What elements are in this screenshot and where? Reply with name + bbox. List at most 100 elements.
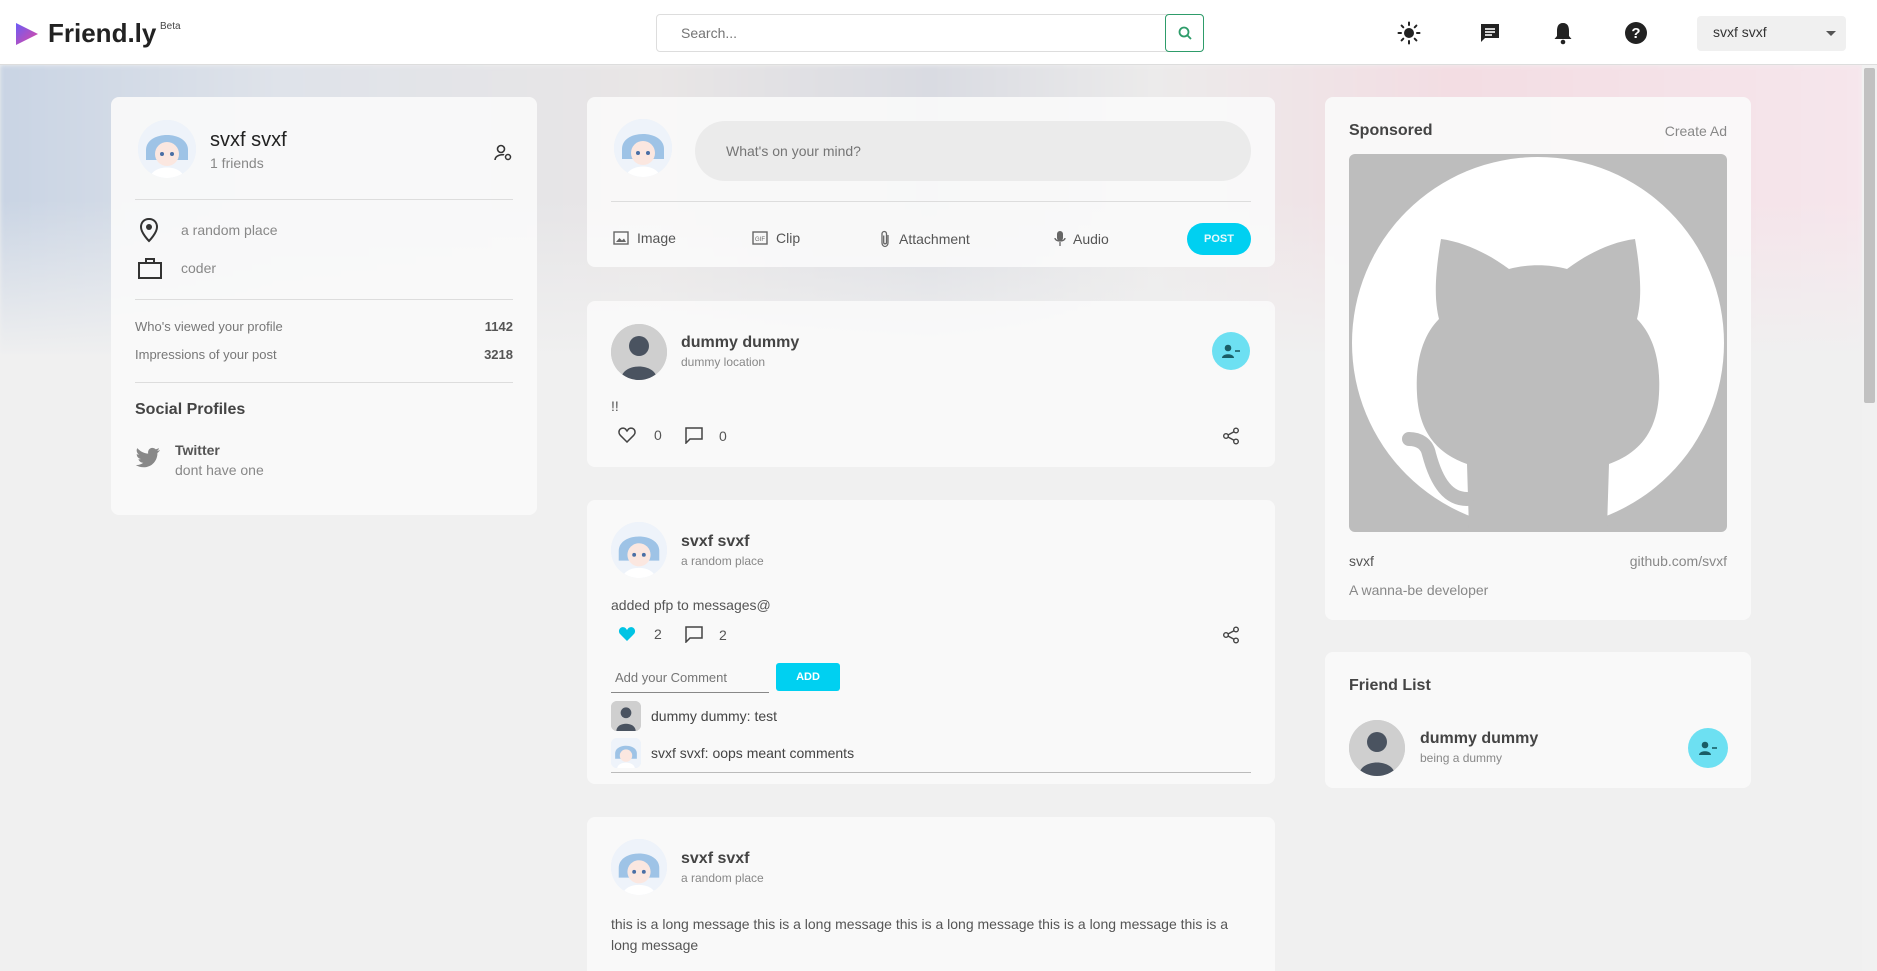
social-profiles-title: Social Profiles bbox=[135, 401, 246, 418]
post-author-avatar[interactable] bbox=[611, 839, 667, 895]
like-button[interactable]: 2 bbox=[618, 626, 662, 642]
comment-avatar bbox=[611, 738, 641, 768]
play-logo-icon bbox=[16, 22, 38, 45]
remove-friend-button[interactable] bbox=[1212, 332, 1250, 370]
manage-account-icon[interactable] bbox=[493, 143, 513, 168]
twitter-icon bbox=[135, 447, 161, 474]
composer-attachment-button[interactable]: Attachment bbox=[877, 230, 970, 248]
comment-button[interactable]: 2 bbox=[685, 626, 727, 643]
comment-item: dummy dummy: test bbox=[611, 701, 777, 731]
comment-text: svxf svxf: oops meant comments bbox=[651, 745, 855, 761]
sponsor-description: A wanna-be developer bbox=[1349, 582, 1489, 598]
sponsor-link[interactable]: github.com/svxf bbox=[1630, 553, 1727, 569]
sponsored-title: Sponsored bbox=[1349, 122, 1433, 139]
post-author-name[interactable]: svxf svxf bbox=[681, 850, 750, 868]
stats-divider bbox=[135, 382, 513, 383]
heart-filled-icon bbox=[618, 627, 636, 641]
profile-occupation: coder bbox=[181, 260, 217, 276]
share-icon[interactable] bbox=[1222, 427, 1240, 450]
composer-clip-button[interactable]: GIF Clip bbox=[752, 230, 800, 246]
comment-button[interactable]: 0 bbox=[685, 427, 727, 444]
bell-icon[interactable] bbox=[1551, 21, 1575, 45]
friend-avatar[interactable] bbox=[1349, 720, 1405, 776]
comment-text: dummy dummy: test bbox=[651, 708, 778, 724]
post-card: svxf svxf a random place added pfp to me… bbox=[587, 500, 1275, 784]
search-input[interactable] bbox=[657, 15, 1137, 51]
comment-count: 2 bbox=[719, 626, 727, 643]
post-text: added pfp to messages@ bbox=[611, 597, 771, 613]
post-card: dummy dummy dummy location !! 0 0 bbox=[587, 301, 1275, 467]
gif-icon: GIF bbox=[752, 231, 768, 245]
comment-count: 0 bbox=[719, 427, 727, 444]
like-button[interactable]: 0 bbox=[618, 427, 662, 443]
stat-label-impressions: Impressions of your post bbox=[135, 347, 277, 362]
twitter-label[interactable]: Twitter bbox=[175, 442, 220, 458]
svg-text:?: ? bbox=[1631, 25, 1640, 42]
friend-list-title: Friend List bbox=[1349, 677, 1431, 694]
like-count: 0 bbox=[654, 427, 662, 443]
friend-name[interactable]: dummy dummy bbox=[1420, 730, 1538, 748]
post-text: !! bbox=[611, 398, 619, 414]
microphone-icon bbox=[1054, 231, 1066, 246]
sponsor-name: svxf bbox=[1349, 553, 1374, 569]
person-remove-icon bbox=[1222, 344, 1240, 358]
profile-friends-count: 1 friends bbox=[210, 155, 264, 171]
post-author-name[interactable]: svxf svxf bbox=[681, 533, 750, 551]
comment-item: svxf svxf: oops meant comments bbox=[611, 738, 854, 768]
message-icon[interactable] bbox=[1478, 21, 1502, 45]
post-author-name[interactable]: dummy dummy bbox=[681, 334, 799, 352]
github-logo-icon bbox=[1352, 157, 1724, 529]
comment-input[interactable] bbox=[611, 663, 769, 693]
scrollbar-thumb[interactable] bbox=[1864, 68, 1875, 403]
image-icon bbox=[613, 231, 629, 245]
post-author-avatar[interactable] bbox=[611, 522, 667, 578]
beta-badge: Beta bbox=[160, 21, 181, 32]
profile-avatar[interactable] bbox=[138, 120, 196, 178]
comment-icon bbox=[685, 427, 703, 444]
comments-divider bbox=[611, 772, 1251, 773]
profile-location: a random place bbox=[181, 222, 278, 238]
person-remove-icon bbox=[1699, 741, 1717, 755]
post-author-location: dummy location bbox=[681, 355, 766, 369]
search-button[interactable] bbox=[1165, 14, 1204, 52]
heart-outline-icon bbox=[618, 427, 636, 443]
post-author-location: a random place bbox=[681, 554, 764, 568]
share-icon[interactable] bbox=[1222, 626, 1240, 649]
post-button[interactable]: POST bbox=[1187, 223, 1251, 255]
svg-text:GIF: GIF bbox=[755, 237, 765, 243]
add-comment-button[interactable]: ADD bbox=[776, 663, 840, 691]
composer-attachment-label: Attachment bbox=[899, 231, 970, 247]
comment-icon bbox=[685, 626, 703, 643]
profile-card: svxf svxf 1 friends a random place coder… bbox=[111, 97, 537, 515]
composer-image-button[interactable]: Image bbox=[613, 230, 676, 246]
sun-icon[interactable] bbox=[1397, 21, 1421, 45]
post-author-avatar[interactable] bbox=[611, 324, 667, 380]
stat-label-views: Who's viewed your profile bbox=[135, 319, 283, 334]
post-author-location: a random place bbox=[681, 871, 764, 885]
composer-input[interactable] bbox=[695, 121, 1251, 181]
profile-name[interactable]: svxf svxf bbox=[210, 129, 287, 152]
chevron-down-icon bbox=[1826, 31, 1836, 36]
stat-value-views: 1142 bbox=[484, 319, 513, 334]
composer-divider bbox=[611, 201, 1251, 202]
composer-audio-label: Audio bbox=[1073, 231, 1109, 247]
search-icon bbox=[1178, 26, 1192, 40]
post-composer: Image GIF Clip Attachment Audio POST bbox=[587, 97, 1275, 267]
create-ad-link[interactable]: Create Ad bbox=[1665, 123, 1727, 139]
help-icon[interactable]: ? bbox=[1624, 21, 1648, 45]
sponsored-image[interactable] bbox=[1349, 154, 1727, 532]
stat-value-impressions: 3218 bbox=[484, 347, 513, 362]
like-count: 2 bbox=[654, 626, 662, 642]
search-box bbox=[656, 14, 1204, 52]
user-select[interactable]: svxf svxf bbox=[1697, 16, 1846, 51]
composer-audio-button[interactable]: Audio bbox=[1053, 230, 1109, 248]
user-select-value: svxf svxf bbox=[1713, 24, 1767, 40]
brand-logo[interactable]: Friend.ly bbox=[14, 18, 156, 49]
composer-image-label: Image bbox=[637, 230, 676, 246]
location-icon bbox=[138, 217, 160, 248]
composer-clip-label: Clip bbox=[776, 230, 801, 246]
brand-name: Friend.ly bbox=[48, 18, 157, 48]
remove-friend-button[interactable] bbox=[1688, 728, 1728, 768]
paperclip-icon bbox=[881, 230, 889, 248]
post-text: this is a long message this is a long me… bbox=[611, 916, 1229, 953]
